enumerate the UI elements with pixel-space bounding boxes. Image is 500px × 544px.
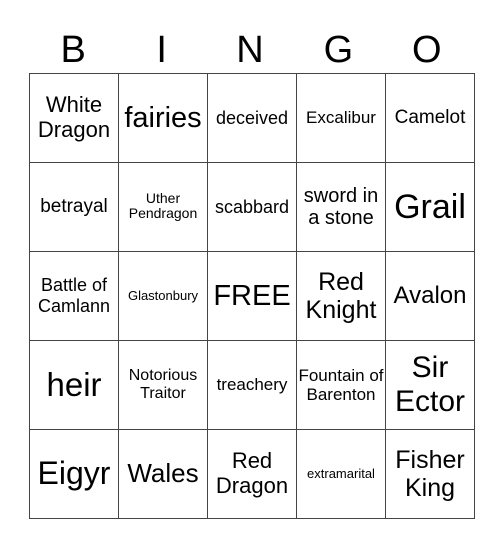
bingo-cell[interactable]: Avalon: [385, 251, 475, 341]
header-letter-o: O: [412, 29, 442, 71]
bingo-card: White Dragon fairies deceived Excalibur Came…: [29, 73, 475, 519]
bingo-cell[interactable]: betrayal: [29, 162, 119, 252]
bingo-cell[interactable]: Fountain of Barenton: [296, 340, 386, 430]
bingo-cell[interactable]: Grail: [385, 162, 475, 252]
bingo-cell[interactable]: Wales: [118, 429, 208, 519]
free-space[interactable]: FREE: [207, 251, 297, 341]
bingo-cell[interactable]: treachery: [207, 340, 297, 430]
cell-label: Sir Ector: [394, 351, 466, 418]
header-letter-b: B: [60, 29, 86, 71]
bingo-cell[interactable]: sword in a stone: [296, 162, 386, 252]
bingo-row: Eigyr Wales Red Dragon extramarital Fisher K…: [29, 429, 475, 519]
header-letter-i: I: [156, 29, 167, 71]
cell-label: heir: [46, 365, 102, 403]
header-letter-g: G: [323, 29, 354, 71]
cell-label: Excalibur: [306, 108, 376, 128]
bingo-cell[interactable]: Notorious Traitor: [118, 340, 208, 430]
cell-label: extramarital: [307, 466, 375, 482]
bingo-cell[interactable]: deceived: [207, 73, 297, 163]
cell-label: deceived: [215, 107, 289, 128]
cell-label: Glastonbury: [127, 288, 199, 304]
bingo-cell[interactable]: scabbard: [207, 162, 297, 252]
bingo-cell[interactable]: Red Dragon: [207, 429, 297, 519]
cell-label: Grail: [394, 187, 466, 226]
cell-label: scabbard: [214, 196, 290, 217]
cell-label: FREE: [213, 279, 291, 312]
bingo-header: B I N G O: [29, 28, 471, 72]
cell-label: Camelot: [394, 107, 466, 129]
cell-label: fairies: [124, 101, 202, 134]
cell-label: treachery: [216, 375, 288, 395]
cell-label: Red Knight: [305, 268, 377, 324]
cell-label: Eigyr: [37, 455, 111, 492]
cell-label: Battle of Camlann: [37, 275, 111, 316]
cell-label: Fountain of Barenton: [298, 365, 384, 404]
bingo-cell[interactable]: extramarital: [296, 429, 386, 519]
bingo-row: White Dragon fairies deceived Excalibur Came…: [29, 73, 475, 163]
cell-label: Uther Pendragon: [128, 189, 198, 222]
bingo-row: heir Notorious Traitor treachery Fountain o…: [29, 340, 475, 430]
cell-label: White Dragon: [37, 92, 111, 142]
bingo-cell[interactable]: Excalibur: [296, 73, 386, 163]
bingo-cell[interactable]: Battle of Camlann: [29, 251, 119, 341]
bingo-cell[interactable]: Fisher King: [385, 429, 475, 519]
cell-label: sword in a stone: [303, 184, 379, 229]
bingo-cell[interactable]: Eigyr: [29, 429, 119, 519]
cell-label: Notorious Traitor: [128, 367, 198, 402]
bingo-cell[interactable]: White Dragon: [29, 73, 119, 163]
cell-label: betrayal: [40, 196, 108, 218]
bingo-cell[interactable]: Camelot: [385, 73, 475, 163]
bingo-row: Battle of Camlann Glastonbury FREE Red Knig…: [29, 251, 475, 341]
cell-label: Red Dragon: [215, 448, 289, 498]
bingo-cell[interactable]: Glastonbury: [118, 251, 208, 341]
bingo-cell[interactable]: Red Knight: [296, 251, 386, 341]
bingo-cell[interactable]: Uther Pendragon: [118, 162, 208, 252]
cell-label: Fisher King: [395, 446, 465, 502]
bingo-cell[interactable]: fairies: [118, 73, 208, 163]
bingo-cell[interactable]: heir: [29, 340, 119, 430]
bingo-cell[interactable]: Sir Ector: [385, 340, 475, 430]
cell-label: Avalon: [393, 281, 467, 309]
cell-label: Wales: [127, 458, 199, 489]
header-letter-n: N: [236, 29, 264, 71]
bingo-row: betrayal Uther Pendragon scabbard sword in …: [29, 162, 475, 252]
